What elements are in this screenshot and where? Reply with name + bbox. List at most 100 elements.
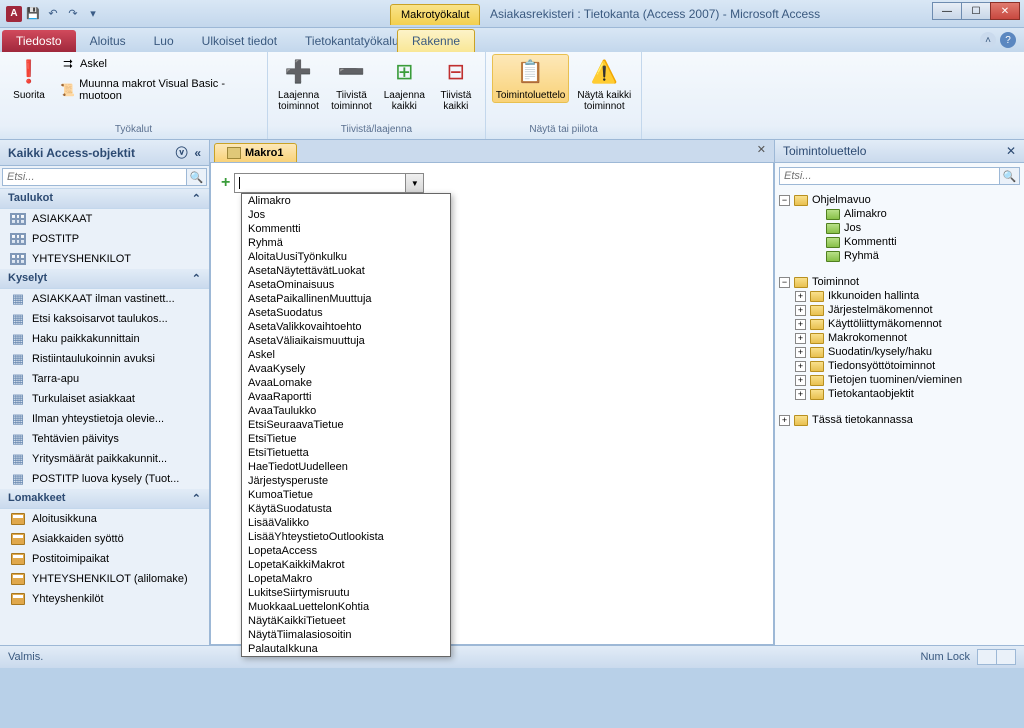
collapse-actions-button[interactable]: ➖ Tiivistä toiminnot xyxy=(327,54,376,114)
dropdown-item[interactable]: LukitseSiirtymisruutu xyxy=(242,586,450,600)
dropdown-item[interactable]: HaeTiedotUudelleen xyxy=(242,460,450,474)
tab-create[interactable]: Luo xyxy=(140,30,188,52)
tab-external-data[interactable]: Ulkoiset tiedot xyxy=(188,30,291,52)
action-combobox[interactable]: ▼ xyxy=(234,173,424,193)
show-all-actions-button[interactable]: ⚠️ Näytä kaikki toiminnot xyxy=(573,54,635,114)
tree-toggle-icon[interactable]: + xyxy=(795,347,806,358)
nav-item[interactable]: ▦Haku paikkakunnittain xyxy=(0,329,209,349)
nav-item[interactable]: YHTEYSHENKILOT xyxy=(0,249,209,269)
catalog-search-icon[interactable]: 🔍 xyxy=(1000,167,1020,185)
tree-action-group[interactable]: +Tietokantaobjektit xyxy=(779,387,1020,401)
tree-action-item[interactable]: Jos xyxy=(779,221,1020,235)
nav-item[interactable]: ▦Tehtävien päivitys xyxy=(0,429,209,449)
tab-design[interactable]: Rakenne xyxy=(397,29,475,52)
nav-group-header[interactable]: Kyselyt⌃ xyxy=(0,269,209,289)
dropdown-item[interactable]: EtsiSeuraavaTietue xyxy=(242,418,450,432)
nav-item[interactable]: ▦Ristiintaulukoinnin avuksi xyxy=(0,349,209,369)
tree-action-item[interactable]: Ryhmä xyxy=(779,249,1020,263)
dropdown-item[interactable]: AvaaRaportti xyxy=(242,390,450,404)
single-step-button[interactable]: ⮆ Askel xyxy=(56,54,261,74)
nav-header[interactable]: Kaikki Access-objektit ⓥ « xyxy=(0,140,209,166)
nav-item[interactable]: ▦Turkulaiset asiakkaat xyxy=(0,389,209,409)
tree-toggle-icon[interactable]: + xyxy=(795,389,806,400)
view-button-1[interactable] xyxy=(977,649,997,665)
dropdown-item[interactable]: EtsiTietuetta xyxy=(242,446,450,460)
tree-toggle-icon[interactable]: − xyxy=(779,195,790,206)
tree-action-group[interactable]: +Tietojen tuominen/vieminen xyxy=(779,373,1020,387)
nav-item[interactable]: ▦Yritysmäärät paikkakunnit... xyxy=(0,449,209,469)
action-catalog-button[interactable]: 📋 Toimintoluettelo xyxy=(492,54,569,103)
nav-group-header[interactable]: Lomakkeet⌃ xyxy=(0,489,209,509)
dropdown-item[interactable]: LopetaMakro xyxy=(242,572,450,586)
action-dropdown-list[interactable]: AlimakroJosKommenttiRyhmäAloitaUusiTyönk… xyxy=(241,193,451,657)
macro-tab[interactable]: Makro1 xyxy=(214,143,297,162)
dropdown-item[interactable]: KäytäSuodatusta xyxy=(242,502,450,516)
dropdown-item[interactable]: AsetaOminaisuus xyxy=(242,278,450,292)
tree-action-item[interactable]: Alimakro xyxy=(779,207,1020,221)
dropdown-item[interactable]: AvaaTaulukko xyxy=(242,404,450,418)
dropdown-item[interactable]: AsetaPaikallinenMuuttuja xyxy=(242,292,450,306)
tab-home[interactable]: Aloitus xyxy=(76,30,140,52)
nav-item[interactable]: ▦POSTITP luova kysely (Tuot... xyxy=(0,469,209,489)
dropdown-item[interactable]: AsetaNäytettävätLuokat xyxy=(242,264,450,278)
tree-in-this-db[interactable]: +Tässä tietokannassa xyxy=(779,413,1020,427)
maximize-button[interactable]: ☐ xyxy=(961,2,991,20)
dropdown-item[interactable]: LisääYhteystietoOutlookista xyxy=(242,530,450,544)
tree-toggle-icon[interactable]: − xyxy=(779,277,790,288)
qat-save-icon[interactable]: 💾 xyxy=(24,5,42,23)
nav-item[interactable]: YHTEYSHENKILOT (alilomake) xyxy=(0,569,209,589)
tree-toggle-icon[interactable]: + xyxy=(795,361,806,372)
tree-actions[interactable]: −Toiminnot xyxy=(779,275,1020,289)
dropdown-item[interactable]: Alimakro xyxy=(242,194,450,208)
dropdown-item[interactable]: AvaaKysely xyxy=(242,362,450,376)
dropdown-item[interactable]: Askel xyxy=(242,348,450,362)
dropdown-item[interactable]: AsetaSuodatus xyxy=(242,306,450,320)
file-tab[interactable]: Tiedosto xyxy=(2,30,76,52)
nav-item[interactable]: ▦ASIAKKAAT ilman vastinett... xyxy=(0,289,209,309)
tree-action-group[interactable]: +Järjestelmäkomennot xyxy=(779,303,1020,317)
tree-action-item[interactable]: Kommentti xyxy=(779,235,1020,249)
search-icon[interactable]: 🔍 xyxy=(187,168,207,186)
nav-item[interactable]: ASIAKKAAT xyxy=(0,209,209,229)
tree-program-flow[interactable]: −Ohjelmavuo xyxy=(779,193,1020,207)
minimize-button[interactable]: — xyxy=(932,2,962,20)
expand-actions-button[interactable]: ➕ Laajenna toiminnot xyxy=(274,54,323,114)
catalog-close-icon[interactable]: ✕ xyxy=(1006,144,1016,158)
tree-toggle-icon[interactable]: + xyxy=(779,415,790,426)
tree-action-group[interactable]: +Suodatin/kysely/haku xyxy=(779,345,1020,359)
nav-item[interactable]: Asiakkaiden syöttö xyxy=(0,529,209,549)
dropdown-item[interactable]: LopetaKaikkiMakrot xyxy=(242,558,450,572)
convert-macros-button[interactable]: 📜 Muunna makrot Visual Basic -muotoon xyxy=(56,76,261,104)
dropdown-item[interactable]: AsetaVäliaikaismuuttuja xyxy=(242,334,450,348)
dropdown-item[interactable]: Kommentti xyxy=(242,222,450,236)
dropdown-item[interactable]: Jos xyxy=(242,208,450,222)
qat-undo-icon[interactable]: ↶ xyxy=(44,5,62,23)
nav-item[interactable]: Postitoimipaikat xyxy=(0,549,209,569)
run-button[interactable]: ❗ Suorita xyxy=(6,54,52,103)
view-button-2[interactable] xyxy=(996,649,1016,665)
close-tab-button[interactable]: ✕ xyxy=(753,143,770,156)
app-icon[interactable]: A xyxy=(6,6,22,22)
qat-customize-icon[interactable]: ▾ xyxy=(84,5,102,23)
dropdown-item[interactable]: EtsiTietue xyxy=(242,432,450,446)
qat-redo-icon[interactable]: ↷ xyxy=(64,5,82,23)
dropdown-item[interactable]: NäytäTiimalasiosoitin xyxy=(242,628,450,642)
tree-toggle-icon[interactable]: + xyxy=(795,333,806,344)
minimize-ribbon-icon[interactable]: ˄ xyxy=(980,32,996,48)
collapse-all-button[interactable]: ⊟ Tiivistä kaikki xyxy=(433,54,479,114)
tree-action-group[interactable]: +Ikkunoiden hallinta xyxy=(779,289,1020,303)
tree-toggle-icon[interactable]: + xyxy=(795,319,806,330)
dropdown-item[interactable]: LopetaAccess xyxy=(242,544,450,558)
close-button[interactable]: ✕ xyxy=(990,2,1020,20)
nav-item[interactable]: Yhteyshenkilöt xyxy=(0,589,209,609)
nav-dropdown-icon[interactable]: ⓥ « xyxy=(176,144,201,161)
dropdown-item[interactable]: AvaaLomake xyxy=(242,376,450,390)
dropdown-item[interactable]: AloitaUusiTyönkulku xyxy=(242,250,450,264)
nav-item[interactable]: ▦Etsi kaksoisarvot taulukos... xyxy=(0,309,209,329)
nav-item[interactable]: ▦Tarra-apu xyxy=(0,369,209,389)
tree-toggle-icon[interactable]: + xyxy=(795,291,806,302)
nav-group-header[interactable]: Taulukot⌃ xyxy=(0,189,209,209)
dropdown-item[interactable]: Järjestysperuste xyxy=(242,474,450,488)
dropdown-item[interactable]: LisääValikko xyxy=(242,516,450,530)
dropdown-item[interactable]: MuokkaaLuettelonKohtia xyxy=(242,600,450,614)
